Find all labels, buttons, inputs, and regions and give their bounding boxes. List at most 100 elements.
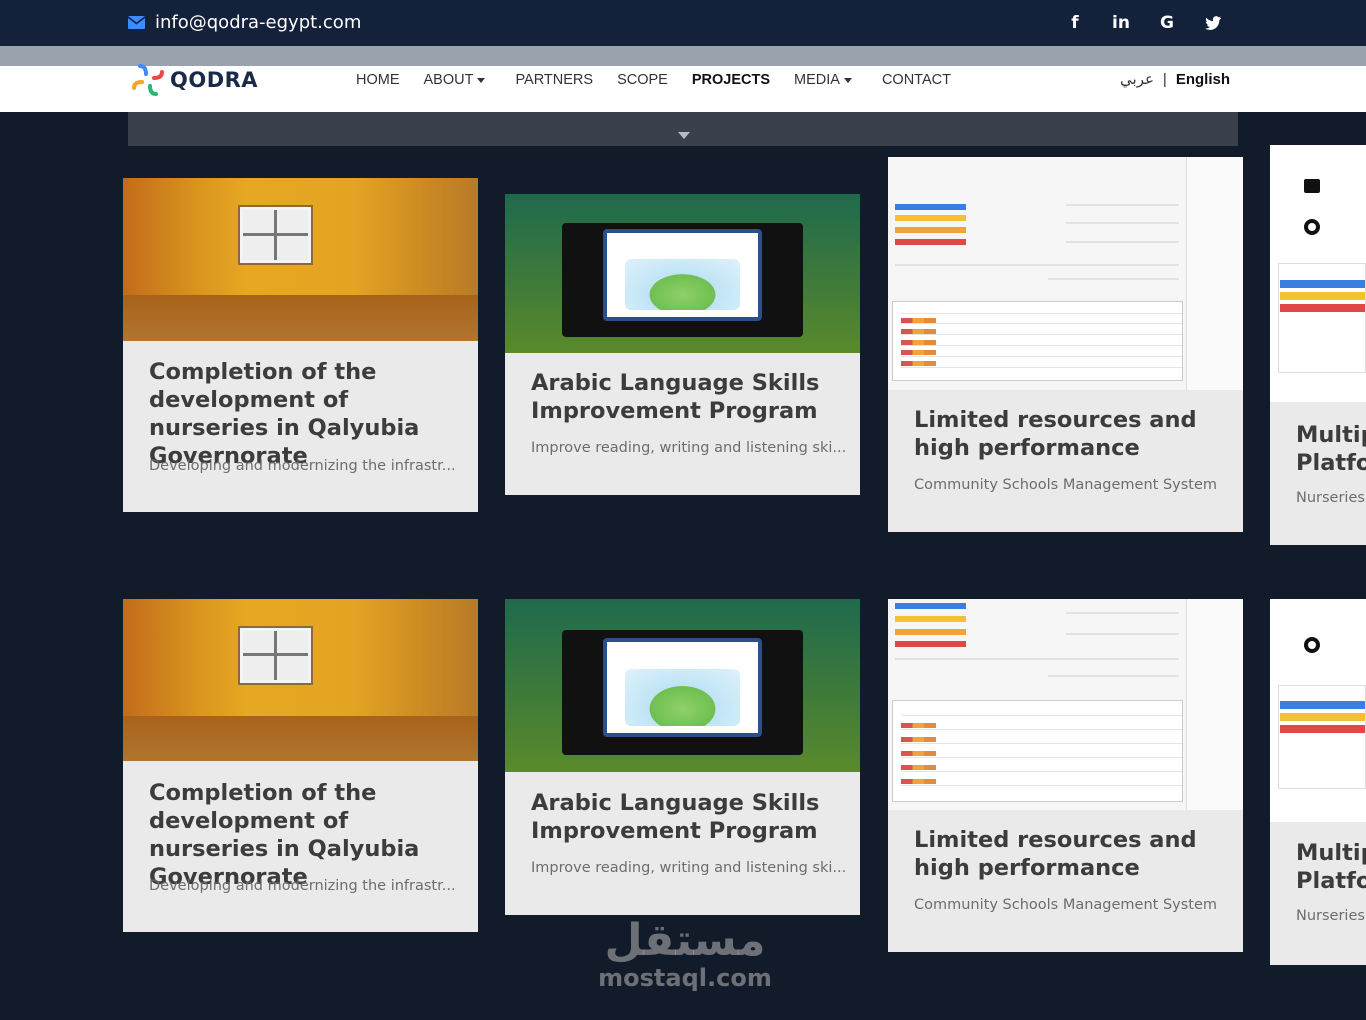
nav-partners[interactable]: PARTNERS — [515, 72, 593, 88]
nav-home[interactable]: HOME — [356, 72, 400, 88]
platform-screenshot — [1270, 599, 1366, 822]
gear-icon — [1304, 219, 1320, 235]
facebook-icon[interactable]: f — [1064, 12, 1086, 34]
top-bar: info@qodra-egypt.com f in G — [0, 0, 1366, 46]
project-card-platform[interactable]: Multip Platfor Nurseries — [1270, 145, 1366, 545]
dashboard-screenshot — [888, 599, 1243, 810]
video-frame — [561, 630, 804, 755]
project-video-thumb — [505, 194, 860, 353]
linkedin-icon[interactable]: in — [1110, 12, 1132, 34]
project-card-arabic[interactable]: Arabic Language Skills Improvement Progr… — [505, 599, 860, 915]
btn-row — [895, 641, 967, 648]
btn-row — [895, 603, 967, 610]
project-title: Arabic Language Skills Improvement Progr… — [531, 790, 820, 844]
form-row — [895, 658, 1180, 661]
table-row — [901, 309, 1182, 314]
row-actions — [901, 723, 936, 729]
form-row — [1065, 240, 1180, 243]
project-image — [123, 599, 478, 762]
project-title-line1: Multip — [1296, 422, 1366, 448]
nav-projects[interactable]: PROJECTS — [692, 72, 770, 88]
nav-contact[interactable]: CONTACT — [882, 72, 951, 88]
project-desc: Improve reading, writing and listening s… — [531, 860, 847, 876]
lang-english[interactable]: English — [1176, 71, 1230, 88]
project-video-thumb — [505, 599, 860, 772]
project-title: Arabic Language Skills Improvement Progr… — [531, 370, 820, 424]
watermark: مستقل mostaql.com — [596, 918, 774, 1002]
chevron-down-icon — [477, 77, 486, 83]
project-title: Limited resources and high performance — [914, 407, 1197, 461]
nav-about-label: ABOUT — [423, 72, 474, 88]
project-card-schools[interactable]: Limited resources and high performance C… — [888, 599, 1243, 952]
table-row — [901, 753, 1182, 758]
project-card-platform[interactable]: Multip Platfor Nurseries — [1270, 599, 1366, 965]
data-table — [891, 700, 1183, 802]
mail-icon — [128, 16, 145, 29]
row-actions — [901, 317, 936, 323]
dashboard-sidebar — [1186, 599, 1243, 810]
window-image — [240, 628, 312, 684]
table-row — [901, 739, 1182, 744]
nav-about[interactable]: ABOUT — [424, 72, 486, 88]
project-desc: Nurseries — [1296, 490, 1365, 506]
form-row — [1047, 278, 1180, 281]
table-row — [901, 711, 1182, 717]
chevron-down-icon — [843, 77, 852, 83]
project-card-schools[interactable]: Limited resources and high performance C… — [888, 157, 1243, 532]
lang-arabic[interactable]: عربي — [1120, 70, 1154, 88]
project-title-line2: Platfor — [1296, 450, 1366, 476]
twitter-icon[interactable] — [1202, 12, 1224, 34]
video-screen — [602, 229, 763, 322]
data-table — [891, 301, 1183, 381]
project-title: Completion of the development of nurseri… — [149, 359, 420, 469]
lang-separator: | — [1162, 70, 1167, 88]
project-desc: Community Schools Management System — [914, 477, 1218, 493]
nav-media[interactable]: MEDIA — [794, 72, 852, 88]
btn-row — [895, 203, 967, 210]
table-row — [901, 363, 1182, 368]
table-row — [901, 781, 1182, 786]
form-row — [1065, 611, 1180, 614]
row-actions — [901, 339, 936, 345]
video-screen — [602, 637, 763, 738]
nav-scope[interactable]: SCOPE — [617, 72, 668, 88]
table-row — [901, 341, 1182, 347]
row-actions — [901, 328, 936, 334]
logo-mark-icon — [132, 64, 164, 96]
book-icon — [1304, 179, 1320, 193]
btn-row — [895, 238, 967, 245]
project-desc: Developing and modernizing the infrastr.… — [149, 458, 456, 474]
row-actions — [901, 737, 936, 742]
email-text: info@qodra-egypt.com — [155, 12, 362, 33]
video-scene — [624, 258, 740, 311]
table-row — [901, 352, 1182, 357]
watermark-latin: mostaql.com — [598, 964, 772, 992]
google-icon[interactable]: G — [1156, 12, 1178, 34]
caret-down-icon[interactable] — [678, 132, 690, 139]
email-link[interactable]: info@qodra-egypt.com — [128, 12, 361, 33]
btn-row — [895, 615, 967, 622]
form-row — [1065, 632, 1180, 635]
main-nav: HOME ABOUT PARTNERS SCOPE PROJECTS MEDIA… — [356, 71, 951, 89]
row-actions — [901, 350, 936, 356]
language-switcher: عربي | English — [1120, 70, 1230, 89]
project-card-nurseries[interactable]: Completion of the development of nurseri… — [123, 599, 478, 932]
project-title: Completion of the development of nurseri… — [149, 780, 420, 890]
dashboard-screenshot — [888, 157, 1243, 390]
project-card-arabic[interactable]: Arabic Language Skills Improvement Progr… — [505, 194, 860, 495]
social-links: f in G — [1064, 12, 1224, 34]
dropdown-panel — [128, 112, 1238, 146]
table-row — [901, 330, 1182, 336]
project-card-nurseries[interactable]: Completion of the development of nurseri… — [123, 178, 478, 512]
table-row — [901, 319, 1182, 325]
form-row — [1065, 222, 1180, 225]
project-title: Limited resources and high performance — [914, 827, 1197, 881]
qodra-logo[interactable]: QODRA — [128, 60, 258, 100]
platform-screenshot — [1270, 145, 1366, 402]
panel-border — [1278, 685, 1366, 789]
project-desc: Developing and modernizing the infrastr.… — [149, 878, 456, 894]
watermark-arabic: مستقل — [604, 915, 766, 966]
row-actions — [901, 778, 936, 784]
row-actions — [901, 361, 936, 367]
project-desc: Community Schools Management System — [914, 897, 1218, 913]
